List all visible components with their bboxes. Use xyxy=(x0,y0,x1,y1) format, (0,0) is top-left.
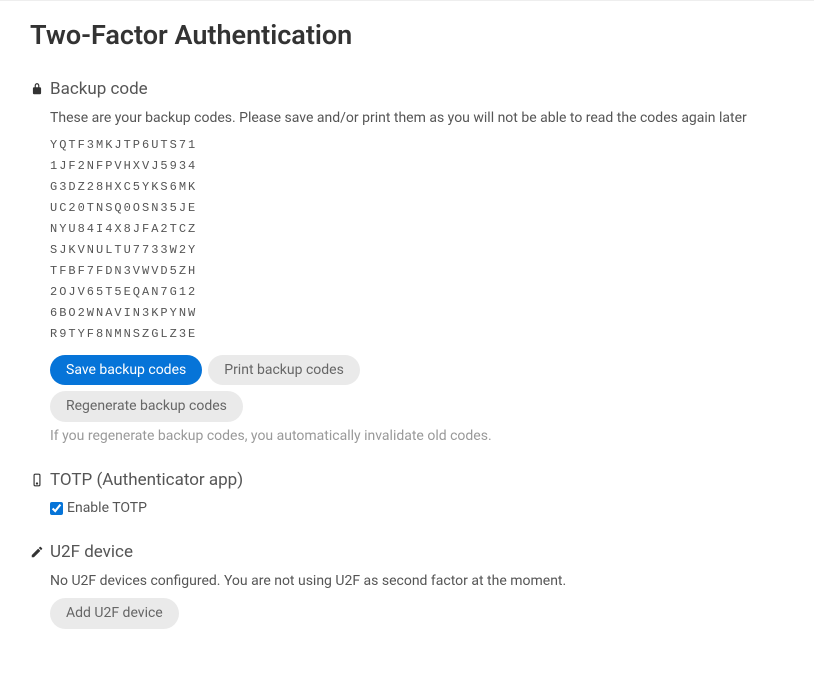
backup-button-row-1: Save backup codes Print backup codes xyxy=(50,355,784,386)
backup-button-row-2: Regenerate backup codes xyxy=(50,391,784,422)
u2f-heading: U2F device xyxy=(50,542,133,562)
backup-code: TFBF7FDN3VWVD5ZH xyxy=(50,261,784,282)
u2f-body: No U2F devices configured. You are not u… xyxy=(30,572,784,628)
page-title: Two-Factor Authentication xyxy=(30,19,784,51)
backup-codes-list: YQTF3MKJTP6UTS711JF2NFPVHXVJ5934G3DZ28HX… xyxy=(50,135,784,345)
save-backup-codes-button[interactable]: Save backup codes xyxy=(50,355,202,386)
enable-totp-row[interactable]: Enable TOTP xyxy=(50,500,784,516)
print-backup-codes-button[interactable]: Print backup codes xyxy=(208,355,360,386)
section-backup-code: Backup code These are your backup codes.… xyxy=(30,79,784,444)
section-header-u2f: U2F device xyxy=(30,542,784,562)
section-u2f: U2F device No U2F devices configured. Yo… xyxy=(30,542,784,628)
backup-code: NYU84I4X8JFA2TCZ xyxy=(50,219,784,240)
backup-description: These are your backup codes. Please save… xyxy=(50,109,784,129)
pencil-icon xyxy=(30,545,44,559)
backup-code: YQTF3MKJTP6UTS71 xyxy=(50,135,784,156)
totp-body: Enable TOTP xyxy=(30,500,784,516)
u2f-description: No U2F devices configured. You are not u… xyxy=(50,572,784,592)
totp-heading: TOTP (Authenticator app) xyxy=(50,470,243,490)
enable-totp-label: Enable TOTP xyxy=(67,500,147,516)
regenerate-hint: If you regenerate backup codes, you auto… xyxy=(50,428,784,444)
add-u2f-device-button[interactable]: Add U2F device xyxy=(50,598,179,629)
backup-body: These are your backup codes. Please save… xyxy=(30,109,784,444)
lock-icon xyxy=(30,82,44,96)
regenerate-backup-codes-button[interactable]: Regenerate backup codes xyxy=(50,391,243,422)
backup-code: SJKVNULTU7733W2Y xyxy=(50,240,784,261)
backup-code: G3DZ28HXC5YKS6MK xyxy=(50,177,784,198)
section-header-backup: Backup code xyxy=(30,79,784,99)
backup-code: 1JF2NFPVHXVJ5934 xyxy=(50,156,784,177)
settings-container: Two-Factor Authentication Backup code Th… xyxy=(0,1,814,685)
phone-icon xyxy=(30,473,44,487)
u2f-button-row: Add U2F device xyxy=(50,598,784,629)
section-totp: TOTP (Authenticator app) Enable TOTP xyxy=(30,470,784,516)
section-header-totp: TOTP (Authenticator app) xyxy=(30,470,784,490)
backup-code: 6BO2WNAVIN3KPYNW xyxy=(50,303,784,324)
backup-code: 2OJV65T5EQAN7G12 xyxy=(50,282,784,303)
backup-code: UC20TNSQ0OSN35JE xyxy=(50,198,784,219)
backup-code: R9TYF8NMNSZGLZ3E xyxy=(50,324,784,345)
enable-totp-checkbox[interactable] xyxy=(50,502,63,515)
backup-heading: Backup code xyxy=(50,79,148,99)
